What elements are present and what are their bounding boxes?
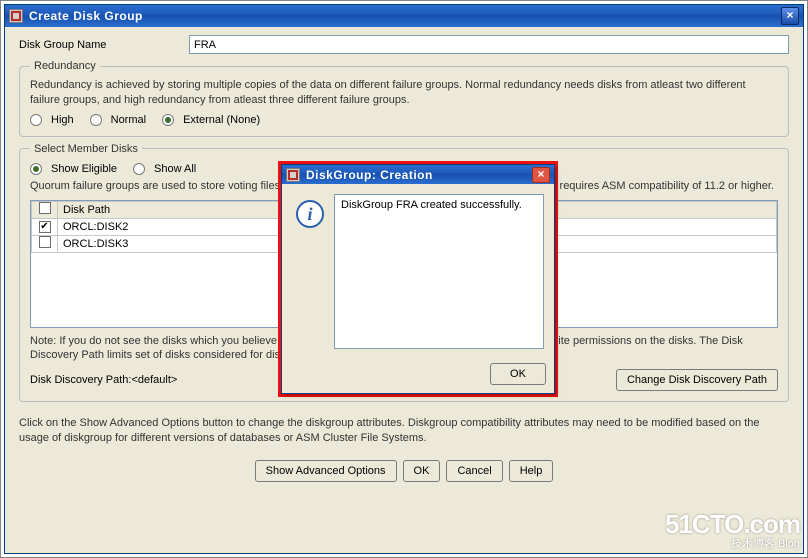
member-disks-legend: Select Member Disks — [30, 143, 142, 155]
radio-high-label[interactable]: High — [51, 114, 74, 126]
header-check[interactable] — [32, 201, 58, 218]
modal-body: i DiskGroup FRA created successfully. — [282, 184, 554, 359]
redundancy-options: High Normal External (None) — [30, 114, 778, 126]
radio-show-all-label[interactable]: Show All — [154, 163, 196, 175]
footer-text: Click on the Show Advanced Options butto… — [19, 416, 789, 446]
radio-normal[interactable] — [90, 114, 102, 126]
app-icon — [9, 9, 23, 23]
modal-app-icon — [286, 168, 300, 182]
disk-group-name-label: Disk Group Name — [19, 39, 179, 51]
redundancy-group: Redundancy Redundancy is achieved by sto… — [19, 60, 789, 137]
discovery-path-label: Disk Discovery Path:<default> — [30, 374, 177, 386]
change-discovery-path-button[interactable]: Change Disk Discovery Path — [616, 369, 778, 391]
info-icon: i — [296, 200, 324, 228]
modal-titlebar: DiskGroup: Creation × — [282, 165, 554, 184]
modal-message-box: DiskGroup FRA created successfully. — [334, 194, 544, 349]
check-all[interactable] — [39, 202, 51, 214]
radio-show-eligible[interactable] — [30, 163, 42, 175]
window-title: Create Disk Group — [29, 9, 781, 23]
footer-buttons: Show Advanced Options OK Cancel Help — [19, 460, 789, 482]
row-check-1[interactable] — [39, 236, 51, 248]
radio-high[interactable] — [30, 114, 42, 126]
radio-normal-label[interactable]: Normal — [111, 114, 146, 126]
radio-show-all[interactable] — [133, 163, 145, 175]
redundancy-desc: Redundancy is achieved by storing multip… — [30, 78, 778, 108]
modal-ok-button[interactable]: OK — [490, 363, 546, 385]
ok-button[interactable]: OK — [403, 460, 441, 482]
cancel-button[interactable]: Cancel — [446, 460, 502, 482]
disk-group-name-input[interactable] — [189, 35, 789, 54]
show-advanced-button[interactable]: Show Advanced Options — [255, 460, 397, 482]
modal-message: DiskGroup FRA created successfully. — [341, 199, 522, 211]
help-button[interactable]: Help — [509, 460, 554, 482]
radio-external[interactable] — [162, 114, 174, 126]
radio-external-label[interactable]: External (None) — [183, 114, 260, 126]
radio-show-eligible-label[interactable]: Show Eligible — [51, 163, 117, 175]
redundancy-legend: Redundancy — [30, 60, 100, 72]
creation-dialog: DiskGroup: Creation × i DiskGroup FRA cr… — [281, 164, 555, 394]
close-icon[interactable]: × — [781, 7, 799, 25]
modal-title: DiskGroup: Creation — [306, 168, 532, 182]
row-check-0[interactable] — [39, 221, 51, 233]
disk-group-name-row: Disk Group Name — [19, 35, 789, 54]
modal-footer: OK — [282, 359, 554, 393]
modal-close-icon[interactable]: × — [532, 167, 550, 183]
main-titlebar: Create Disk Group × — [5, 5, 803, 27]
